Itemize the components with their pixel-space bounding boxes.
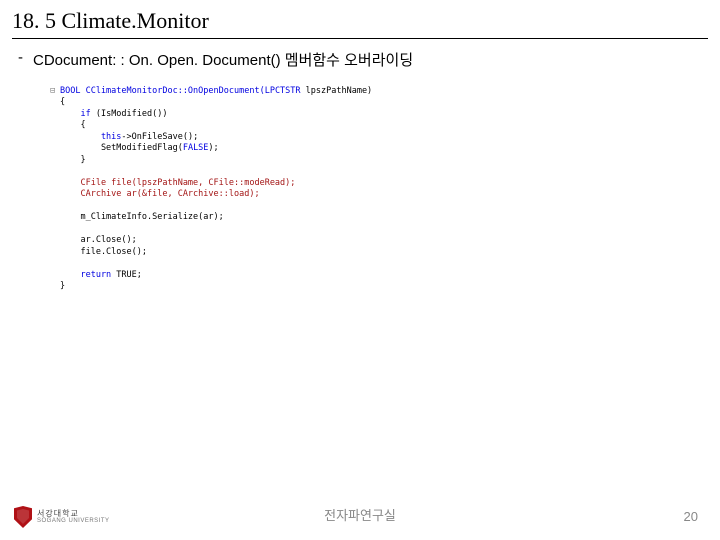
bullet-dash: - (18, 49, 23, 66)
bullet-text: CDocument: : On. Open. Document() 멤버함수 오… (33, 49, 413, 70)
title-underline (12, 38, 708, 39)
page-title: 18. 5 Climate.Monitor (12, 8, 708, 38)
code-block: ⊟BOOL CClimateMonitorDoc::OnOpenDocument… (48, 82, 608, 308)
footer-center-text: 전자파연구실 (0, 505, 720, 524)
page-number: 20 (684, 509, 698, 524)
footer: 서강대학교 SOGANG UNIVERSITY 전자파연구실 20 (0, 490, 720, 530)
code: BOOL CClimateMonitorDoc::OnOpenDocument( (60, 86, 265, 96)
bullet-item: - CDocument: : On. Open. Document() 멤버함수… (18, 49, 702, 70)
